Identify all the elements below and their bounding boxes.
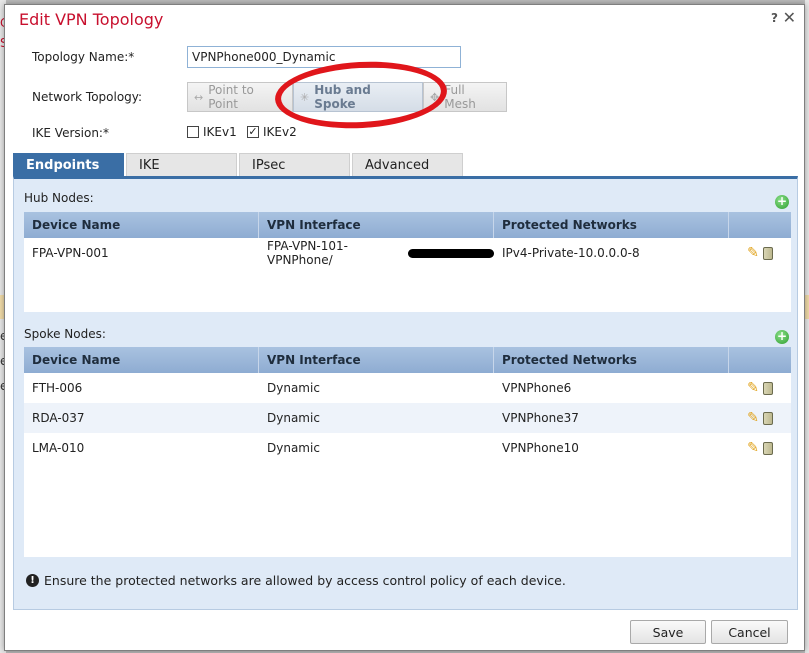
topology-name-label: Topology Name:*: [32, 50, 135, 64]
tab-advanced[interactable]: Advanced: [352, 153, 463, 176]
close-button[interactable]: ✕: [783, 8, 796, 27]
exclamation-icon: !: [26, 574, 39, 587]
delete-trash-icon[interactable]: [762, 441, 773, 455]
red-highlight-circle: [273, 57, 449, 133]
edit-vpn-topology-dialog: Edit VPN Topology ? ✕ Topology Name:* Ne…: [4, 4, 805, 651]
protected-networks-cell: IPv4-Private-10.0.0.0-8: [502, 246, 640, 260]
row-actions: ✎: [729, 373, 791, 403]
row-actions: ✎: [729, 403, 791, 433]
delete-trash-icon[interactable]: [762, 411, 773, 425]
column-header-vpn-interface: VPN Interface: [259, 212, 494, 238]
save-button[interactable]: Save: [630, 620, 706, 644]
column-header-protected-networks: Protected Networks: [494, 347, 729, 373]
dialog-title: Edit VPN Topology: [19, 10, 164, 29]
tab-bar: Endpoints IKE IPsec Advanced: [13, 153, 465, 176]
table-row[interactable]: FTH-006 Dynamic VPNPhone6 ✎: [24, 373, 791, 403]
tab-endpoints[interactable]: Endpoints: [13, 153, 124, 176]
delete-trash-icon[interactable]: [762, 246, 773, 260]
add-spoke-node-icon[interactable]: +: [775, 330, 789, 344]
spoke-nodes-label: Spoke Nodes:: [24, 327, 106, 341]
protected-networks-cell: VPNPhone37: [502, 411, 579, 425]
column-header-actions: [729, 347, 791, 373]
ikev2-checkbox-group[interactable]: ✓ IKEv2: [247, 125, 297, 139]
tab-ipsec[interactable]: IPsec: [239, 153, 350, 176]
delete-trash-icon[interactable]: [762, 381, 773, 395]
add-hub-node-icon[interactable]: +: [775, 195, 789, 209]
table-row[interactable]: RDA-037 Dynamic VPNPhone37 ✎: [24, 403, 791, 433]
device-name-cell: FTH-006: [32, 381, 83, 395]
help-button[interactable]: ?: [771, 11, 778, 25]
protected-networks-cell: VPNPhone10: [502, 441, 579, 455]
edit-pencil-icon[interactable]: ✎: [747, 245, 759, 261]
table-row[interactable]: FPA-VPN-001 FPA-VPN-101-VPNPhone/ IPv4-P…: [24, 238, 791, 268]
spoke-nodes-table: Device Name VPN Interface Protected Netw…: [24, 347, 791, 557]
table-row[interactable]: LMA-010 Dynamic VPNPhone10 ✎: [24, 433, 791, 463]
network-topology-label: Network Topology:: [32, 90, 143, 104]
vpn-interface-cell: FPA-VPN-101-VPNPhone/: [259, 238, 494, 268]
column-header-vpn-interface: VPN Interface: [259, 347, 494, 373]
column-header-protected-networks: Protected Networks: [494, 212, 729, 238]
column-header-device-name: Device Name: [24, 212, 259, 238]
background-page-right: [805, 0, 809, 653]
info-message: ! Ensure the protected networks are allo…: [26, 573, 566, 588]
info-text: Ensure the protected networks are allowe…: [44, 573, 566, 588]
ikev1-label: IKEv1: [203, 125, 237, 139]
device-name-cell: RDA-037: [32, 411, 85, 425]
hub-nodes-label: Hub Nodes:: [24, 191, 94, 205]
dialog-titlebar: Edit VPN Topology ? ✕: [5, 5, 804, 33]
column-header-device-name: Device Name: [24, 347, 259, 373]
row-actions: ✎: [729, 238, 791, 268]
row-actions: ✎: [729, 433, 791, 463]
device-name-cell: FPA-VPN-001: [32, 246, 109, 260]
vpn-interface-cell: Dynamic: [267, 441, 320, 455]
dialog-footer: Save Cancel: [5, 610, 804, 650]
full-mesh-label: Full Mesh: [444, 83, 476, 111]
tab-ike[interactable]: IKE: [126, 153, 237, 176]
edit-pencil-icon[interactable]: ✎: [747, 410, 759, 426]
ikev2-label: IKEv2: [263, 125, 297, 139]
hub-nodes-table: Device Name VPN Interface Protected Netw…: [24, 212, 791, 312]
topology-name-input[interactable]: [187, 46, 461, 68]
edit-pencil-icon[interactable]: ✎: [747, 440, 759, 456]
arrows-horizontal-icon: ↔: [194, 90, 204, 104]
endpoints-panel: Hub Nodes: + Device Name VPN Interface P…: [13, 176, 798, 610]
ikev1-checkbox[interactable]: [187, 126, 199, 138]
redaction-mark: [408, 248, 494, 258]
device-name-cell: LMA-010: [32, 441, 85, 455]
ike-version-label: IKE Version:*: [32, 126, 109, 140]
ikev2-checkbox[interactable]: ✓: [247, 126, 259, 138]
protected-networks-cell: VPNPhone6: [502, 381, 572, 395]
cancel-button[interactable]: Cancel: [711, 620, 788, 644]
ikev1-checkbox-group[interactable]: IKEv1: [187, 125, 237, 139]
vpn-interface-cell: Dynamic: [267, 381, 320, 395]
vpn-interface-text: FPA-VPN-101-VPNPhone/: [267, 239, 348, 267]
edit-pencil-icon[interactable]: ✎: [747, 380, 759, 396]
spoke-table-header: Device Name VPN Interface Protected Netw…: [24, 347, 791, 373]
hub-table-header: Device Name VPN Interface Protected Netw…: [24, 212, 791, 238]
vpn-interface-cell: Dynamic: [267, 411, 320, 425]
column-header-actions: [729, 212, 791, 238]
